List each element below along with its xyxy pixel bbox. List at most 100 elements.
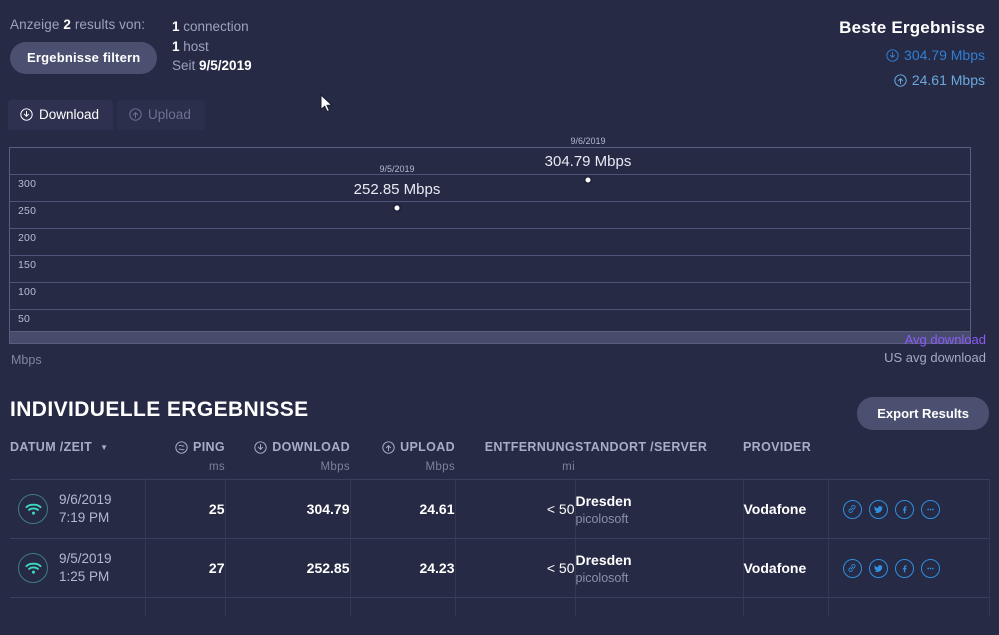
table-header-row: DATUM /ZEIT ▼ PING ms DOWNLOAD Mbps UPLO… (10, 440, 989, 480)
hosts-count: 1 (172, 38, 180, 54)
chevron-down-icon: ▼ (100, 442, 109, 452)
tab-download[interactable]: Download (8, 100, 114, 130)
cell-upload (350, 597, 456, 616)
download-circle-icon (886, 48, 899, 62)
row-location: Dresden (575, 551, 632, 568)
upload-circle-icon (894, 73, 907, 87)
cell-download: 304.79 (225, 479, 351, 539)
cell-provider: Vodafone (743, 538, 829, 598)
point-date-2: 9/6/2019 (570, 136, 606, 146)
upload-circle-icon (129, 108, 142, 121)
column-label-distance: ENTFERNUNG (484, 440, 575, 454)
more-icon[interactable] (920, 499, 940, 519)
point-value-1: 252.85 Mbps (353, 181, 441, 198)
table-row[interactable]: 9/6/2019 7:19 PM 25 304.79 24.61 < 50 Dr… (10, 479, 990, 539)
twitter-icon[interactable] (868, 558, 888, 578)
facebook-icon[interactable] (894, 558, 914, 578)
cell-download (225, 597, 351, 616)
export-results-button[interactable]: Export Results (857, 397, 989, 430)
connections-count: 1 (172, 19, 180, 34)
column-header-location[interactable]: STANDORT /SERVER (575, 440, 743, 480)
chart-tabs: Download Upload (8, 100, 205, 130)
column-header-ping[interactable]: PING ms (145, 440, 225, 480)
column-unit-upload: Mbps (425, 461, 455, 473)
table-row[interactable]: 9/5/2019 1:25 PM 27 252.85 24.23 < 50 Dr… (10, 538, 990, 598)
tab-download-label: Download (39, 107, 100, 122)
upload-circle-icon (382, 440, 395, 454)
showing-suffix: results von: (74, 17, 146, 32)
column-header-provider[interactable]: PROVIDER (743, 440, 828, 480)
link-icon[interactable] (842, 558, 862, 578)
filter-results-button[interactable]: Ergebnisse filtern (10, 42, 158, 74)
summary-header: Anzeige 2 results von: Ergebnisse filter… (0, 0, 999, 96)
cell-upload: 24.61 (350, 479, 456, 539)
column-header-date[interactable]: DATUM /ZEIT ▼ (10, 440, 145, 480)
facebook-icon[interactable] (894, 499, 914, 519)
column-header-distance[interactable]: ENTFERNUNG mi (455, 440, 575, 480)
connections-line: 1 connection (172, 17, 252, 37)
link-icon[interactable] (842, 499, 862, 519)
twitter-icon[interactable] (868, 499, 888, 519)
gridline-300 (10, 174, 970, 175)
y-tick-200: 200 (18, 232, 37, 244)
wifi-icon (18, 553, 48, 583)
point-date-1: 9/5/2019 (379, 164, 415, 174)
cell-ping (145, 597, 226, 616)
column-label-provider: PROVIDER (743, 440, 812, 454)
summary-stats: 1 connection 1 host Seit 9/5/2019 (172, 17, 252, 76)
column-unit-download: Mbps (320, 461, 350, 473)
since-date: 9/5/2019 (199, 58, 252, 73)
best-download-value: 304.79 Mbps (904, 47, 985, 63)
column-label-ping: PING (193, 440, 225, 454)
more-icon[interactable] (920, 558, 940, 578)
row-time: 7:19 PM (59, 510, 110, 525)
column-label-download: DOWNLOAD (272, 440, 350, 454)
cell-datetime (10, 597, 146, 616)
cell-provider (743, 597, 829, 616)
results-table: DATUM /ZEIT ▼ PING ms DOWNLOAD Mbps UPLO… (10, 440, 990, 616)
row-date: 9/5/2019 (59, 551, 112, 566)
point-value-2: 304.79 Mbps (544, 153, 632, 170)
column-label-date: DATUM /ZEIT (10, 440, 93, 454)
cell-actions (828, 538, 990, 598)
y-tick-250: 250 (18, 205, 37, 217)
best-results-panel: Beste Ergebnisse 304.79 Mbps 24.61 Mbps (839, 18, 985, 88)
y-tick-300: 300 (18, 178, 37, 190)
page-title: INDIVIDUELLE ERGEBNISSE (10, 398, 309, 421)
chart-y-axis-unit: Mbps (11, 353, 42, 367)
row-server: picolosoft (575, 511, 629, 526)
cell-datetime: 9/6/2019 7:19 PM (10, 479, 146, 539)
gridline-100 (10, 282, 970, 283)
showing-prefix: Anzeige (10, 17, 60, 32)
data-point-1[interactable] (392, 203, 402, 213)
row-date: 9/6/2019 (59, 492, 112, 507)
cell-location (575, 597, 744, 616)
tab-upload[interactable]: Upload (117, 100, 205, 130)
row-location: Dresden (575, 492, 632, 509)
best-upload-row: 24.61 Mbps (839, 72, 985, 88)
cell-ping: 25 (145, 479, 226, 539)
gridline-200 (10, 228, 970, 229)
best-download-row: 304.79 Mbps (839, 47, 985, 63)
row-server: picolosoft (575, 570, 629, 585)
chart-legend: Avg download US avg download (884, 331, 986, 367)
data-point-2[interactable] (583, 175, 593, 185)
chart-horizontal-scrollbar[interactable] (9, 331, 971, 344)
showing-count: 2 (63, 17, 71, 32)
column-header-upload[interactable]: UPLOAD Mbps (350, 440, 455, 480)
gridline-50 (10, 309, 970, 310)
column-header-actions (828, 440, 989, 480)
column-label-upload: UPLOAD (400, 440, 455, 454)
cell-distance (455, 597, 576, 616)
y-tick-50: 50 (18, 313, 31, 325)
best-results-title: Beste Ergebnisse (839, 18, 985, 37)
cell-actions (828, 479, 990, 539)
table-row[interactable] (10, 597, 990, 616)
best-upload-value: 24.61 Mbps (911, 72, 985, 88)
legend-us-avg-download: US avg download (884, 350, 986, 365)
gridline-250 (10, 201, 970, 202)
chart-scrollbar-thumb[interactable] (10, 332, 970, 343)
cell-ping: 27 (145, 538, 226, 598)
showing-results-text: Anzeige 2 results von: (10, 16, 157, 33)
column-header-download[interactable]: DOWNLOAD Mbps (225, 440, 350, 480)
